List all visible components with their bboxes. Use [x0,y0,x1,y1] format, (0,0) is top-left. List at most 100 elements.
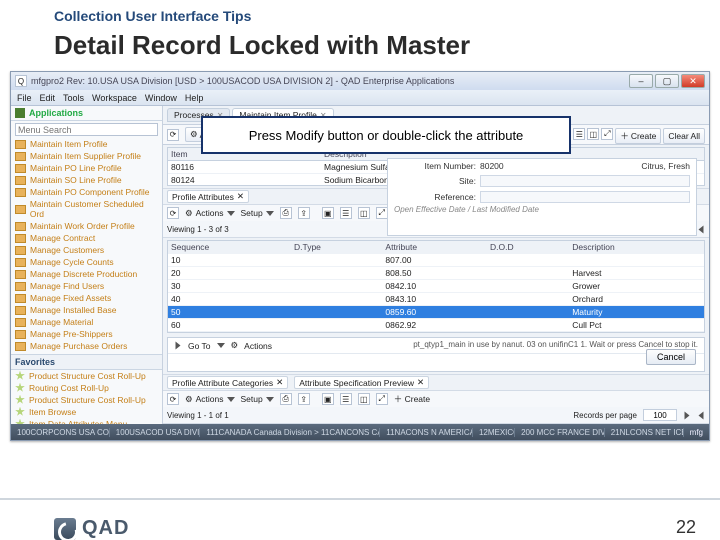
window-titlebar: Q mfgpro2 Rev: 10.USA USA Division [USD … [11,72,709,90]
tab-profile-attributes[interactable]: Profile Attributes ✕ [167,190,249,203]
view-grid-icon[interactable]: ▣ [322,393,334,405]
status-segment[interactable]: 200 MCC FRANCE DIVISION [515,428,605,437]
folder-icon [15,306,26,315]
export-icon[interactable]: ⇪ [298,207,310,219]
tab-profile-attribute-categories[interactable]: Profile Attribute Categories ✕ [167,376,288,389]
status-segment[interactable]: 21NLCONS NET ICELAN [605,428,684,437]
export-icon[interactable]: ⇪ [298,393,310,405]
tab-attribute-spec-preview[interactable]: Attribute Specification Preview ✕ [294,376,429,389]
col-header[interactable]: D.O.D [487,241,569,254]
nav-item[interactable]: Maintain Item Supplier Profile [11,150,162,162]
fav-item[interactable]: Routing Cost Roll-Up [11,382,162,394]
page-prev-icon[interactable] [685,411,690,419]
menu-help[interactable]: Help [185,93,204,103]
nav-item[interactable]: Maintain Work Order Profile [11,220,162,232]
close-icon[interactable]: ✕ [276,377,283,388]
expand-icon[interactable]: ⤢ [601,128,613,140]
create-button[interactable]: ＋ Create [394,393,430,405]
nav-item[interactable]: Manage Material [11,316,162,328]
folder-icon [15,152,26,161]
page-number: 22 [676,517,696,538]
fav-item-label: Item Browse [29,407,76,417]
fav-item[interactable]: Item Data Attributes Menu [11,418,162,424]
view-list-icon[interactable]: ☰ [573,128,585,140]
nav-item[interactable]: Maintain SO Line Profile [11,174,162,186]
expand-icon[interactable]: ⤢ [376,207,388,219]
refresh-icon[interactable]: ⟳ [167,129,179,141]
nav-item[interactable]: Maintain Customer Scheduled Ord [11,198,162,220]
nav-item[interactable]: Manage Customers [11,244,162,256]
col-header[interactable]: Sequence [168,241,291,254]
menu-edit[interactable]: Edit [40,93,56,103]
nav-item[interactable]: Maintain Item Profile [11,138,162,150]
view-split-icon[interactable]: ◫ [358,207,370,219]
input-reference[interactable] [480,191,690,203]
folder-icon [15,246,26,255]
star-icon [15,371,25,381]
nav-item[interactable]: Manage Pre-Shippers [11,328,162,340]
table-row[interactable]: 10807.00 [168,254,704,267]
refresh-icon[interactable]: ⟳ [167,393,179,405]
menu-tools[interactable]: Tools [63,93,84,103]
attribute-grid[interactable]: SequenceD.TypeAttributeD.O.DDescription1… [167,240,705,333]
nav-item[interactable]: Manage Fixed Assets [11,292,162,304]
view-split-icon[interactable]: ◫ [587,128,599,140]
status-segment[interactable]: 11NACONS N AMERICA CO… [380,428,473,437]
col-header[interactable]: D.Type [291,241,382,254]
status-segment[interactable]: 12MEXICO [473,428,515,437]
rpp-input[interactable] [643,409,677,421]
view-split-icon[interactable]: ◫ [358,393,370,405]
input-site[interactable] [480,175,690,187]
actions-button[interactable]: ⚙ Actions [185,208,235,219]
nav-item[interactable]: Maintain PO Line Profile [11,162,162,174]
cancel-button[interactable]: Cancel [646,349,696,365]
actions-button[interactable]: ⚙ Actions [185,394,235,405]
nav-item[interactable]: Manage Find Users [11,280,162,292]
menu-workspace[interactable]: Workspace [92,93,137,103]
col-header[interactable]: Description [569,241,704,254]
table-row[interactable]: 300842.10Grower [168,280,704,293]
window-close-button[interactable]: ✕ [681,74,705,88]
print-icon[interactable]: ⎙ [280,207,292,219]
table-row[interactable]: 600862.92Cull Pct [168,319,704,332]
close-icon[interactable]: ✕ [237,191,244,202]
window-maximize-button[interactable]: ▢ [655,74,679,88]
table-row[interactable]: 20808.50Harvest [168,267,704,280]
status-segment[interactable]: 100CORPCONS USA CORP C… [11,428,110,437]
nav-item[interactable]: Manage Discrete Production [11,268,162,280]
refresh-icon[interactable]: ⟳ [167,207,179,219]
status-segment[interactable]: 111CANADA Canada Division > 11CANCONS CA… [200,428,380,437]
table-row[interactable]: 400843.10Orchard [168,293,704,306]
menu-file[interactable]: File [17,93,32,103]
expand-icon[interactable]: ⤢ [376,393,388,405]
setup-button[interactable]: Setup [241,208,274,218]
nav-item[interactable]: Manage Installed Base [11,304,162,316]
print-icon[interactable]: ⎙ [280,393,292,405]
view-list-icon[interactable]: ☰ [340,207,352,219]
col-header[interactable]: Attribute [382,241,487,254]
clear-all-button[interactable]: Clear All [663,128,705,144]
nav-item[interactable]: Manage Contract [11,232,162,244]
fav-item[interactable]: Item Browse [11,406,162,418]
view-grid-icon[interactable]: ▣ [322,207,334,219]
status-segment[interactable]: 100USACOD USA DIVISION2 [110,428,201,437]
nav-item[interactable]: Manage Cycle Counts [11,256,162,268]
menu-search-input[interactable] [15,123,158,136]
menu-window[interactable]: Window [145,93,177,103]
nav-item[interactable]: Maintain PO Component Profile [11,186,162,198]
view-list-icon[interactable]: ☰ [340,393,352,405]
create-button[interactable]: ＋ Create [615,128,661,144]
fav-item[interactable]: Product Structure Cost Roll-Up [11,370,162,382]
fav-item[interactable]: Product Structure Cost Roll-Up [11,394,162,406]
page-next-icon[interactable] [699,225,704,233]
window-minimize-button[interactable]: – [629,74,653,88]
nav-item-label: Maintain PO Component Profile [30,187,150,197]
table-row[interactable]: 500859.60Maturity [168,306,704,319]
nav-item[interactable]: Manage Purchase Orders [11,340,162,352]
setup-button[interactable]: Setup [241,394,274,404]
nav-header-applications[interactable]: Applications [11,106,162,121]
page-next-icon[interactable] [699,411,704,419]
slide-pretitle: Collection User Interface Tips [54,8,720,24]
nav-header-favorites[interactable]: Favorites [11,354,162,370]
close-icon[interactable]: ✕ [417,377,424,388]
